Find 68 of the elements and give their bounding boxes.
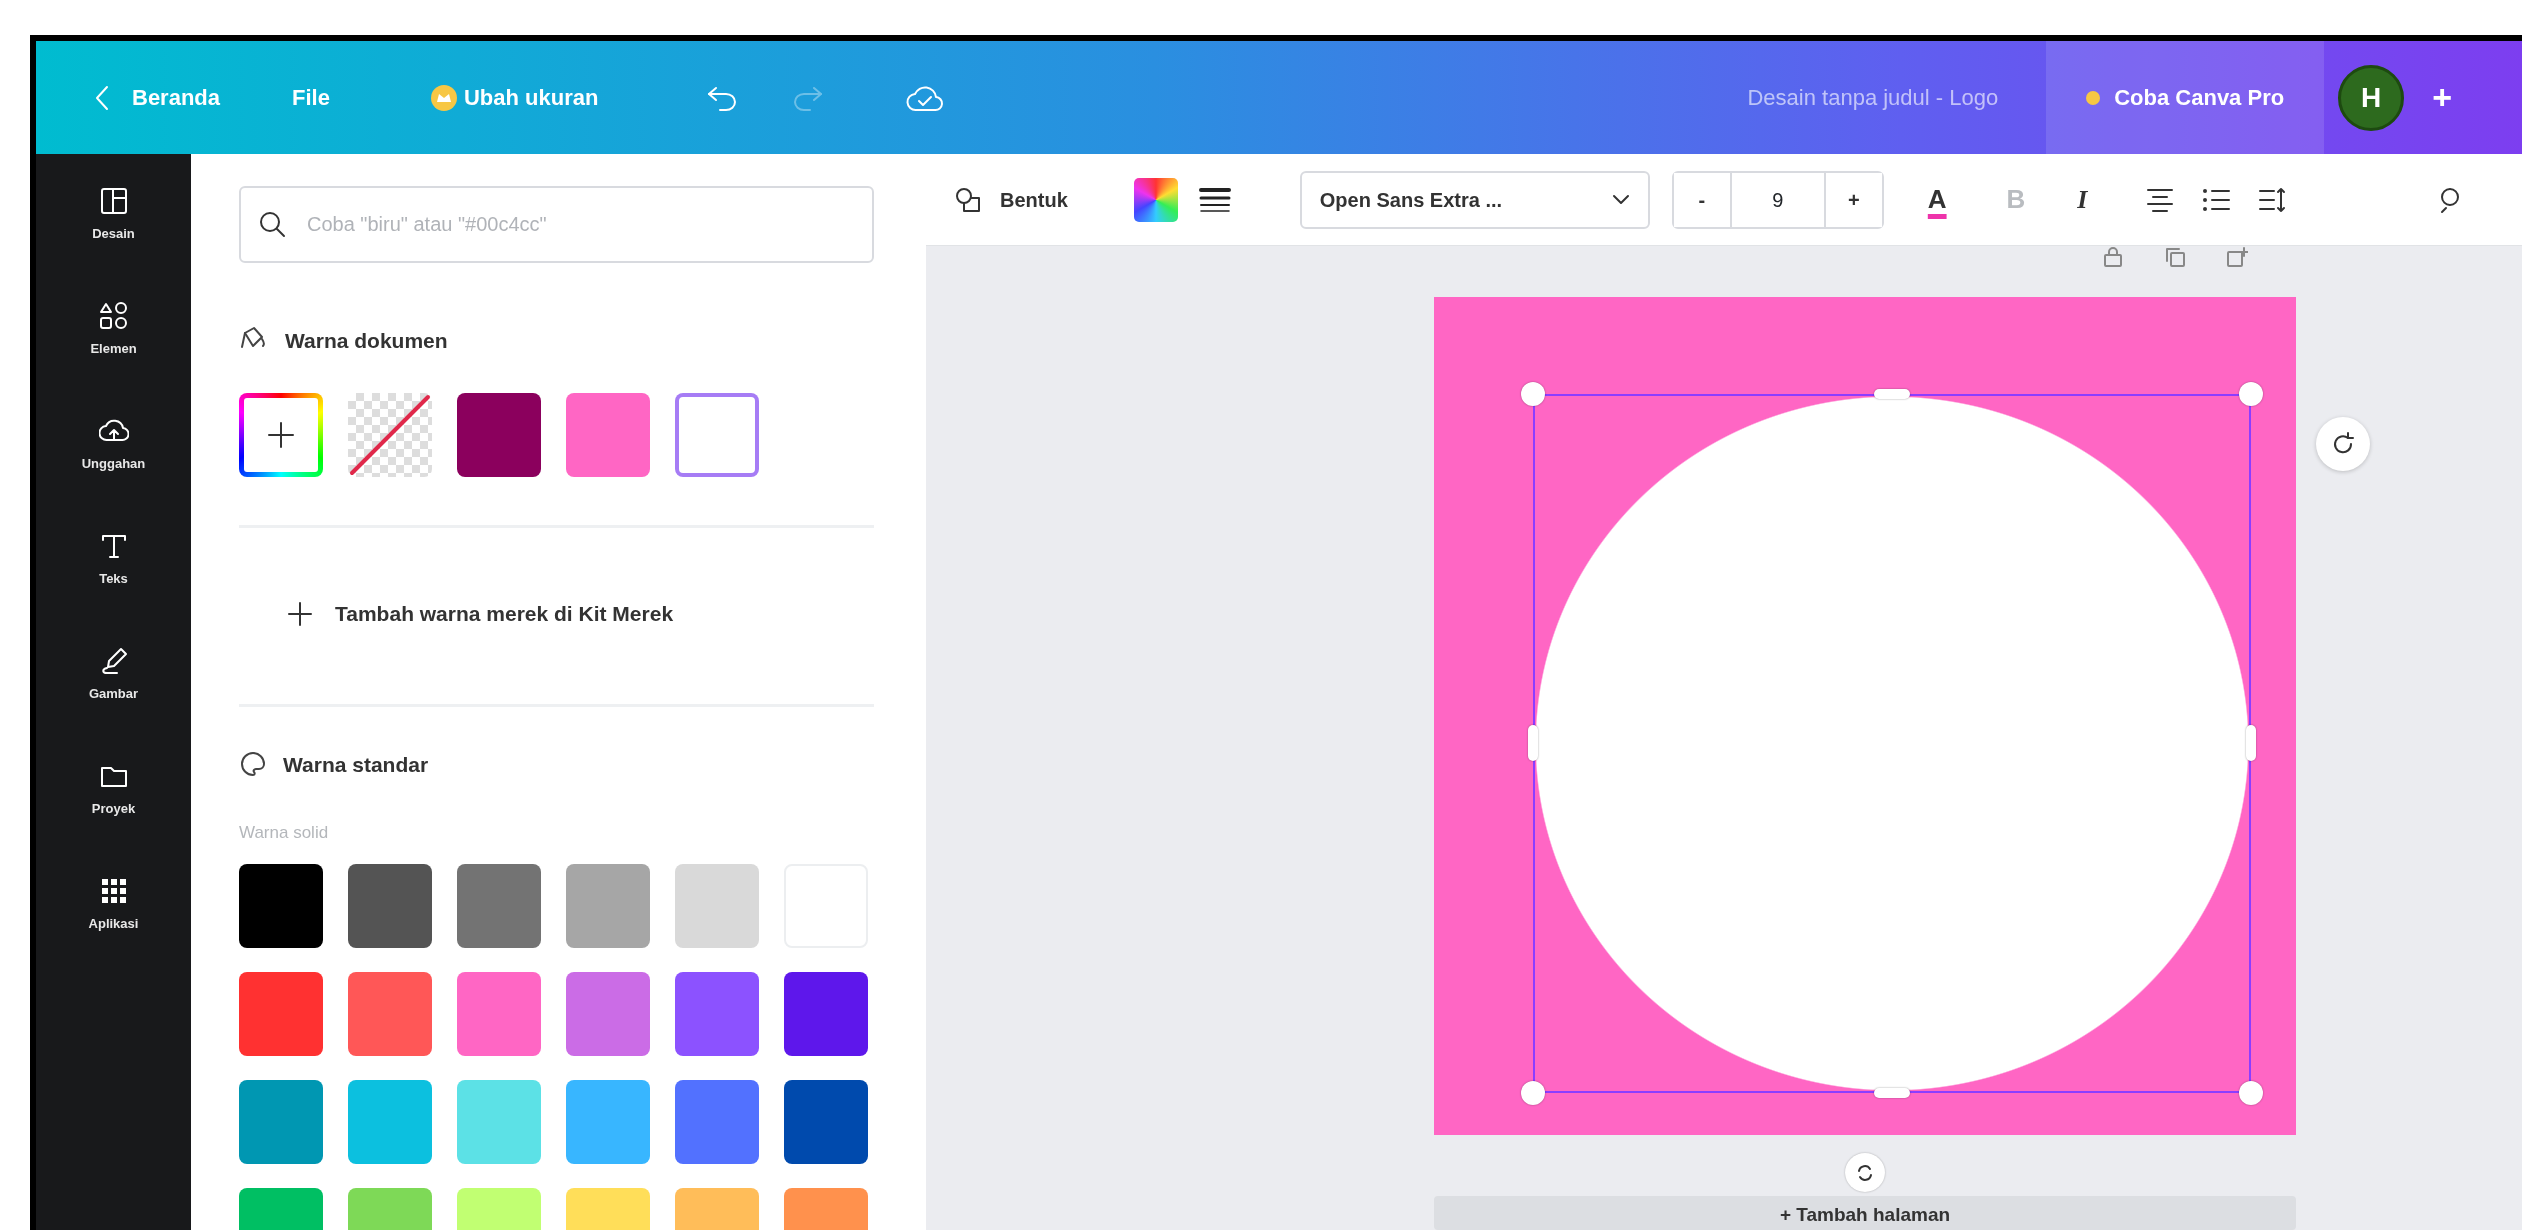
- italic-button[interactable]: I: [2077, 180, 2088, 219]
- color-swatch[interactable]: [566, 971, 650, 1056]
- slash-icon: [348, 393, 432, 477]
- duplicate-icon[interactable]: [2164, 246, 2186, 268]
- sidebar-item[interactable]: Aplikasi: [36, 876, 191, 991]
- transparent-swatch[interactable]: [348, 393, 432, 477]
- sidebar-item[interactable]: Teks: [36, 531, 191, 646]
- resize-handle[interactable]: [1874, 1088, 1910, 1099]
- color-swatch[interactable]: [457, 1079, 541, 1164]
- color-swatch[interactable]: [675, 393, 759, 477]
- palette-icon: [239, 750, 267, 779]
- fill-color-button[interactable]: [1133, 177, 1178, 222]
- plus-icon: [266, 420, 296, 450]
- sidebar-item[interactable]: Proyek: [36, 761, 191, 876]
- color-swatch[interactable]: [348, 1079, 432, 1164]
- chevron-down-icon: [1611, 193, 1630, 206]
- color-swatch[interactable]: [239, 1079, 323, 1164]
- plus-icon: [287, 600, 313, 627]
- color-swatch[interactable]: [566, 1079, 650, 1164]
- try-pro-button[interactable]: Coba Canva Pro: [2046, 41, 2325, 154]
- color-swatch[interactable]: [239, 863, 323, 948]
- layout-icon: [98, 186, 129, 216]
- color-swatch[interactable]: [239, 971, 323, 1056]
- resize-handle[interactable]: [2239, 1081, 2263, 1106]
- color-swatch[interactable]: [348, 971, 432, 1056]
- color-swatch[interactable]: [457, 393, 541, 477]
- refresh-button[interactable]: [2316, 417, 2370, 472]
- color-swatch[interactable]: [675, 863, 759, 948]
- sidebar-item[interactable]: Unggahan: [36, 416, 191, 531]
- section-title: Warna standar: [283, 751, 429, 778]
- shape-button[interactable]: Bentuk: [954, 184, 1068, 215]
- sidebar-item[interactable]: Elemen: [36, 301, 191, 416]
- add-button[interactable]: +: [2432, 72, 2452, 123]
- add-page-icon[interactable]: [2226, 246, 2248, 268]
- refresh-button[interactable]: [1845, 1153, 1885, 1192]
- resize-handle[interactable]: [1521, 1081, 1545, 1106]
- resize-handle[interactable]: [1528, 725, 1538, 762]
- shapes-icon: [954, 185, 982, 214]
- resize-handle[interactable]: [2239, 382, 2263, 407]
- color-swatch[interactable]: [784, 971, 868, 1056]
- subsection-label: Warna solid: [239, 822, 330, 844]
- color-swatch[interactable]: [675, 1079, 759, 1164]
- add-page-button[interactable]: + Tambah halaman: [1434, 1196, 2296, 1230]
- add-brand-colors-button[interactable]: Tambah warna merek di Kit Merek: [287, 598, 674, 630]
- color-swatch[interactable]: [457, 971, 541, 1056]
- color-swatch[interactable]: [675, 971, 759, 1056]
- color-swatch[interactable]: [457, 863, 541, 948]
- dot-icon: [2086, 90, 2101, 105]
- lock-icon[interactable]: [2102, 246, 2124, 268]
- chevron-left-icon: [94, 84, 110, 111]
- color-swatch[interactable]: [784, 1079, 868, 1164]
- line-spacing-icon[interactable]: [2257, 185, 2288, 214]
- resize-handle[interactable]: [1521, 382, 1545, 407]
- color-swatch[interactable]: [566, 863, 650, 948]
- color-swatch[interactable]: [348, 863, 432, 948]
- shapes-icon: [98, 301, 129, 331]
- resize-handle[interactable]: [2246, 725, 2256, 762]
- search-field[interactable]: Coba "biru" atau "#00c4cc": [239, 186, 874, 263]
- sidebar-item[interactable]: Desain: [36, 186, 191, 301]
- text-color-button[interactable]: A: [1927, 180, 1947, 219]
- sidebar-item[interactable]: Gambar: [36, 646, 191, 761]
- resize-handle[interactable]: [1874, 389, 1910, 400]
- font-dropdown[interactable]: Open Sans Extra ...: [1299, 170, 1650, 229]
- user-avatar[interactable]: H: [2338, 64, 2405, 131]
- section-title: Warna dokumen: [285, 328, 448, 355]
- color-swatch[interactable]: [566, 393, 650, 477]
- crown-icon: [429, 83, 458, 112]
- refresh-icon: [1855, 1162, 1875, 1183]
